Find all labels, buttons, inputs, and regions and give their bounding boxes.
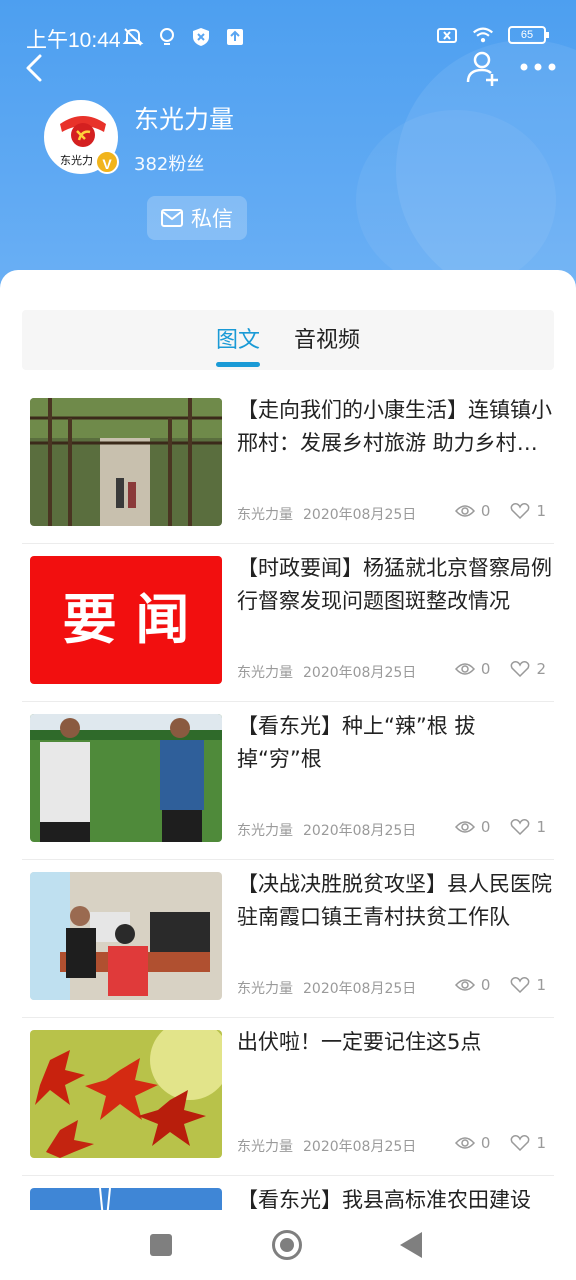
article-title[interactable]: 【看东光】种上“辣”根 拔掉“穷”根	[237, 710, 557, 776]
article-date: 2020年08月25日	[303, 823, 417, 839]
svg-text:东光力: 东光力	[60, 153, 93, 167]
like-count: 2	[536, 660, 546, 678]
list-item[interactable]: 要 闻 【时政要闻】杨猛就北京督察局例行督察发现问题图斑整改情况 东光力量 202…	[22, 544, 554, 702]
view-count: 0	[480, 818, 491, 836]
mail-icon	[161, 209, 183, 227]
view-count: 0	[480, 1134, 491, 1152]
article-source: 东光力量	[237, 1139, 293, 1155]
article-thumbnail[interactable]	[30, 872, 222, 1000]
yaowen-banner: 要 闻	[30, 556, 222, 684]
article-title[interactable]: 【时政要闻】杨猛就北京督察局例行督察发现问题图斑整改情况	[237, 552, 557, 618]
message-button-label: 私信	[191, 207, 233, 231]
like-count: 1	[536, 818, 546, 836]
office-icon	[30, 872, 222, 1000]
article-source: 东光力量	[237, 665, 293, 681]
content-panel: 图文 音视频 【走向我们的小康生活】连镇镇小邢村：发展乡村旅游 助力乡村振兴 东…	[0, 270, 576, 1280]
view-count: 0	[480, 976, 491, 994]
like-count: 1	[536, 1134, 546, 1152]
back-button[interactable]	[18, 50, 54, 86]
article-thumbnail[interactable]	[30, 714, 222, 842]
field-icon	[30, 714, 222, 842]
list-item[interactable]: 【走向我们的小康生活】连镇镇小邢村：发展乡村旅游 助力乡村振兴 东光力量 2020…	[22, 386, 554, 544]
article-title[interactable]: 【走向我们的小康生活】连镇镇小邢村：发展乡村旅游 助力乡村振兴	[237, 394, 557, 460]
home-button[interactable]	[272, 1230, 302, 1260]
heart-icon[interactable]	[510, 819, 530, 835]
verified-badge: V	[95, 150, 119, 174]
article-thumbnail[interactable]	[30, 398, 222, 526]
shield-icon	[193, 28, 209, 46]
eye-icon	[454, 979, 475, 991]
message-button[interactable]: 私信	[147, 196, 247, 240]
recents-button[interactable]	[150, 1234, 172, 1256]
article-date: 2020年08月25日	[303, 665, 417, 681]
svg-text:要 闻: 要 闻	[63, 588, 190, 651]
heart-icon[interactable]	[510, 977, 530, 993]
maple-icon	[30, 1030, 222, 1158]
article-title[interactable]: 出伏啦！一定要记住这5点	[237, 1026, 557, 1059]
list-item[interactable]: 【决战决胜脱贫攻坚】县人民医院驻南霞口镇王青村扶贫工作队 东光力量 2020年08…	[22, 860, 554, 1018]
list-item[interactable]: 【看东光】种上“辣”根 拔掉“穷”根 东光力量 2020年08月25日 0 1	[22, 702, 554, 860]
heart-icon[interactable]	[510, 1135, 530, 1151]
wifi-icon	[473, 27, 493, 43]
mute-icon	[122, 28, 144, 46]
tab-active-indicator	[216, 362, 260, 367]
header-decoration	[356, 110, 556, 290]
like-count: 1	[536, 976, 546, 994]
battery-indicator: 65	[508, 26, 549, 44]
sim-off-icon	[437, 28, 457, 43]
bulb-icon	[160, 28, 174, 45]
trellis-icon	[30, 398, 222, 526]
eye-icon	[454, 505, 475, 517]
system-nav-bar	[0, 1210, 576, 1280]
article-title[interactable]: 【决战决胜脱贫攻坚】县人民医院驻南霞口镇王青村扶贫工作队	[237, 868, 557, 934]
heart-icon[interactable]	[510, 503, 530, 519]
system-back-button[interactable]	[400, 1232, 422, 1258]
profile-name: 东光力量	[134, 105, 235, 134]
add-follow-icon[interactable]	[462, 48, 502, 88]
article-date: 2020年08月25日	[303, 507, 417, 523]
tab-video[interactable]: 音视频	[294, 322, 360, 354]
article-source: 东光力量	[237, 981, 293, 997]
tab-graphic[interactable]: 图文	[216, 322, 260, 354]
more-icon[interactable]	[516, 52, 560, 82]
article-date: 2020年08月25日	[303, 981, 417, 997]
fans-count: 382粉丝	[134, 154, 205, 175]
article-list: 【走向我们的小康生活】连镇镇小邢村：发展乡村旅游 助力乡村振兴 东光力量2020…	[0, 386, 576, 1280]
article-thumbnail[interactable]: 要 闻	[30, 556, 222, 684]
view-count: 0	[480, 660, 491, 678]
article-thumbnail[interactable]	[30, 1030, 222, 1158]
eye-icon	[454, 1137, 475, 1149]
view-count: 0	[480, 502, 491, 520]
profile-header: 上午10:44 65 东光力 V 东光力量 382粉丝 私信	[0, 0, 576, 300]
article-date: 2020年08月25日	[303, 1139, 417, 1155]
list-item[interactable]: 出伏啦！一定要记住这5点 东光力量 2020年08月25日 0 1	[22, 1018, 554, 1176]
article-source: 东光力量	[237, 507, 293, 523]
upload-icon	[227, 29, 243, 45]
article-source: 东光力量	[237, 823, 293, 839]
heart-icon[interactable]	[510, 661, 530, 677]
like-count: 1	[536, 502, 546, 520]
eye-icon	[454, 663, 475, 675]
tab-bar: 图文 音视频	[22, 310, 554, 370]
eye-icon	[454, 821, 475, 833]
